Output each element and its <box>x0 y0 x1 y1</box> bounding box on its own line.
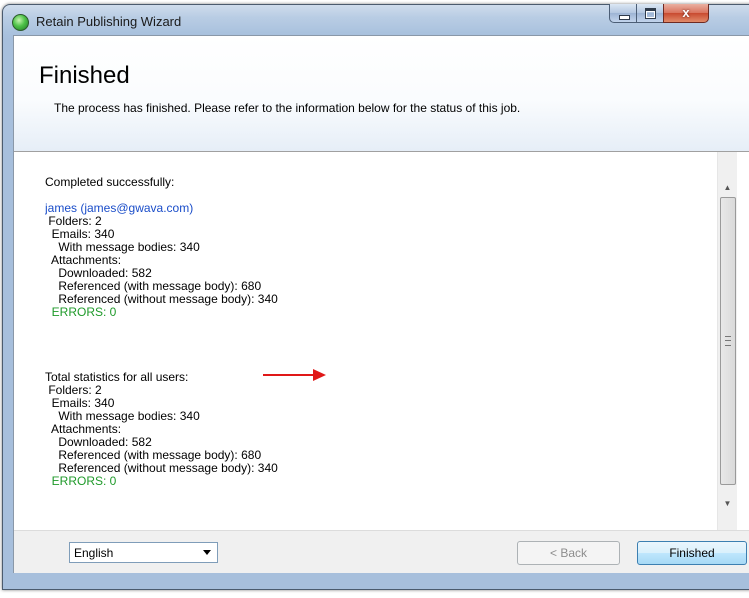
maximize-icon <box>645 8 656 19</box>
report-line: Completed successfully: <box>45 176 175 189</box>
title-bar[interactable]: Retain Publishing Wizard x <box>3 4 749 35</box>
report-line: Referenced (without message body): 340 <box>45 461 278 475</box>
minimize-icon <box>619 15 630 20</box>
minimize-button[interactable] <box>609 4 636 23</box>
report-line: ERRORS: 0 <box>45 474 117 488</box>
wizard-footer: English < Back Finished <box>14 530 749 573</box>
report-spacer <box>45 332 695 345</box>
page-title: Finished <box>39 62 130 89</box>
language-value: English <box>74 546 114 560</box>
grip-icon <box>725 336 731 346</box>
report-line: Total statistics for all users: <box>45 370 189 384</box>
vertical-scrollbar[interactable]: ▲ ▼ <box>717 152 737 530</box>
chevron-down-icon <box>203 550 211 555</box>
wizard-window: Retain Publishing Wizard x Finished The … <box>2 4 749 590</box>
report-line: Folders: 2 <box>45 214 102 228</box>
report-spacer <box>45 345 695 358</box>
wizard-header: Finished The process has finished. Pleas… <box>14 36 749 152</box>
scroll-down-button[interactable]: ▼ <box>718 495 737 512</box>
report-line: james (james@gwava.com) <box>45 201 194 215</box>
page-description: The process has finished. Please refer t… <box>54 101 521 115</box>
wizard-client-area: Finished The process has finished. Pleas… <box>13 35 749 573</box>
report-line: Referenced (without message body): 340 <box>45 292 278 306</box>
report-spacer <box>45 319 695 332</box>
window-controls: x <box>609 4 709 25</box>
app-icon <box>12 14 29 31</box>
scroll-up-button[interactable]: ▲ <box>718 179 737 196</box>
red-arrow-icon <box>263 369 326 381</box>
maximize-button[interactable] <box>636 4 663 23</box>
report-line: Folders: 2 <box>45 383 102 397</box>
report-line: ERRORS: 0 <box>45 305 117 319</box>
status-report-text: Completed successfully: james (james@gwav… <box>45 176 695 530</box>
status-report-box[interactable]: Completed successfully: james (james@gwav… <box>14 152 749 530</box>
finished-button[interactable]: Finished <box>637 541 747 565</box>
back-button[interactable]: < Back <box>517 541 620 565</box>
close-button[interactable]: x <box>663 4 709 23</box>
window-title: Retain Publishing Wizard <box>36 14 182 29</box>
close-icon: x <box>682 5 690 20</box>
report-line: With message bodies: 340 <box>45 240 200 254</box>
scroll-thumb[interactable] <box>720 197 736 485</box>
language-dropdown[interactable]: English <box>69 542 218 563</box>
report-line: With message bodies: 340 <box>45 409 200 423</box>
